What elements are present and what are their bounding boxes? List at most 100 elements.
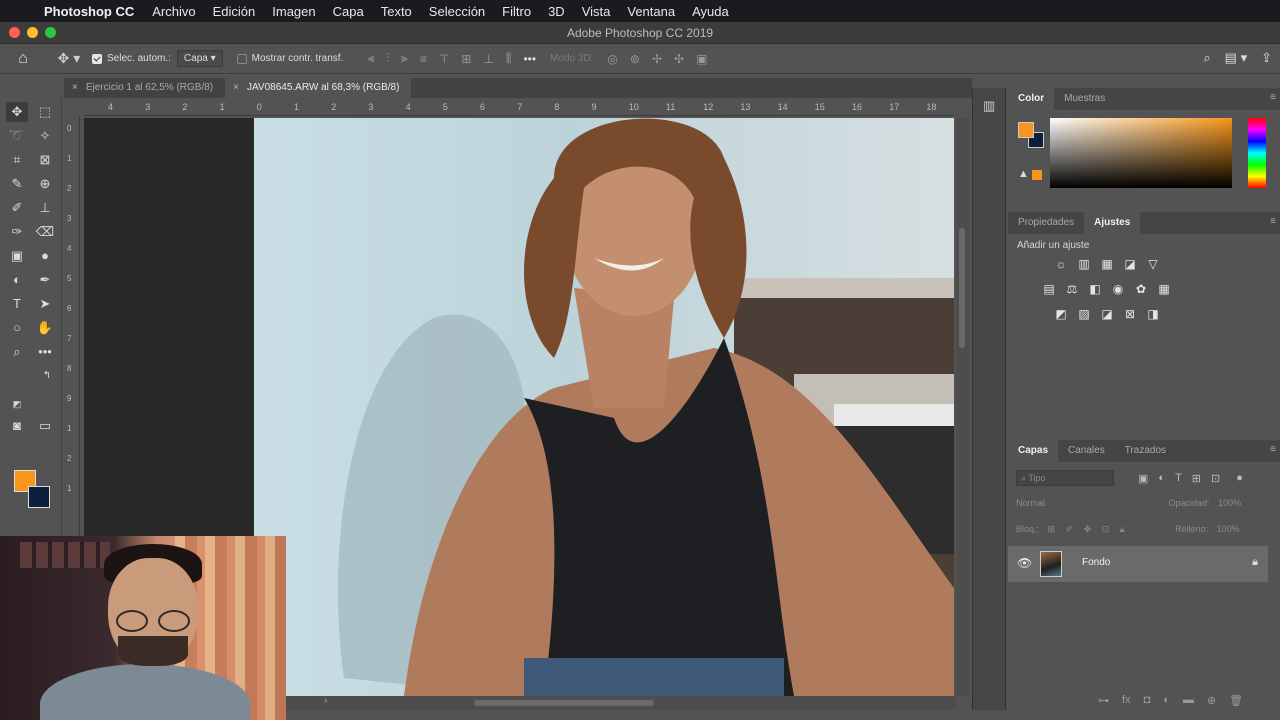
black-white-icon[interactable]: ◧	[1088, 282, 1102, 296]
filter-smart-object-icon[interactable]: ⊡	[1211, 472, 1220, 485]
close-tab-icon[interactable]: ×	[72, 82, 78, 93]
tab-capas[interactable]: Capas	[1008, 440, 1059, 462]
gradient-map-icon[interactable]: ⊠	[1123, 307, 1137, 321]
align-middle-icon[interactable]: ⊞	[461, 52, 471, 66]
pan-3d-icon[interactable]: ✢	[652, 52, 662, 66]
lock-transparent-icon[interactable]: ⊞	[1048, 524, 1056, 534]
scroll-right-arrow-icon[interactable]: ›	[324, 695, 327, 706]
orbit-3d-icon[interactable]: ◎	[607, 52, 617, 66]
search-icon[interactable]: ⌕	[1203, 50, 1210, 66]
align-right-icon[interactable]: ⫸	[401, 51, 408, 66]
add-mask-icon[interactable]: ◘	[1144, 694, 1151, 707]
ellipse-tool-icon[interactable]: ○	[6, 318, 28, 338]
quick-mask-icon[interactable]: ◙	[6, 416, 28, 436]
menu-edicion[interactable]: Edición	[213, 4, 256, 19]
filter-shape-icon[interactable]: ⊞	[1192, 472, 1201, 485]
opacity-value[interactable]: 100%	[1218, 498, 1241, 508]
history-panel-icon[interactable]: ▥	[983, 98, 995, 114]
magic-wand-tool-icon[interactable]: ✧	[34, 126, 56, 146]
align-bottom-icon[interactable]: ⊥	[483, 52, 493, 66]
filter-type-icon[interactable]: T	[1175, 472, 1182, 485]
filter-adjustment-icon[interactable]: ◐	[1158, 472, 1165, 485]
layer-row-fondo[interactable]: 👁︎ Fondo 🔒︎	[1008, 546, 1268, 582]
history-brush-tool-icon[interactable]: ✑	[6, 222, 28, 242]
brush-tool-icon[interactable]: ✐	[6, 198, 28, 218]
new-group-icon[interactable]: ▬	[1183, 694, 1194, 707]
tab-ajustes[interactable]: Ajustes	[1084, 212, 1141, 234]
layer-visibility-eye-icon[interactable]: 👁︎	[1017, 556, 1032, 570]
layer-style-icon[interactable]: fx	[1122, 694, 1131, 707]
menu-vista[interactable]: Vista	[582, 4, 611, 19]
hue-saturation-icon[interactable]: ▤	[1042, 282, 1056, 296]
move-tool-icon[interactable]: ✥	[6, 102, 28, 122]
tab-trazados[interactable]: Trazados	[1115, 440, 1176, 462]
background-color-swatch[interactable]	[28, 486, 50, 508]
zoom-tool-icon[interactable]: ⌕	[6, 342, 28, 362]
delete-layer-icon[interactable]: 🗑︎	[1229, 694, 1243, 707]
menu-filtro[interactable]: Filtro	[502, 4, 531, 19]
panel-menu-icon[interactable]: ≡	[1270, 216, 1276, 227]
type-tool-icon[interactable]: T	[6, 294, 28, 314]
lock-image-icon[interactable]: ✐	[1066, 524, 1074, 534]
auto-select-checkbox[interactable]	[92, 53, 102, 64]
invert-icon[interactable]: ◩	[1054, 307, 1068, 321]
align-top-icon[interactable]: ⊤	[439, 52, 449, 66]
slide-3d-icon[interactable]: ✣	[674, 52, 684, 66]
hue-slider[interactable]	[1248, 118, 1266, 188]
exposure-icon[interactable]: ◪	[1123, 257, 1137, 271]
menu-capa[interactable]: Capa	[333, 4, 364, 19]
stamp-tool-icon[interactable]: ⊥	[34, 198, 56, 218]
align-left-icon[interactable]: ⫷	[367, 51, 374, 66]
tab-color[interactable]: Color	[1008, 88, 1055, 110]
gamut-warning-icon[interactable]: ▲	[1018, 168, 1029, 180]
gradient-tool-icon[interactable]: ▣	[6, 246, 28, 266]
eyedropper-tool-icon[interactable]: ✎	[6, 174, 28, 194]
pen-tool-icon[interactable]: ✒	[34, 270, 56, 290]
workspace-icon[interactable]: ▤ ▾	[1225, 50, 1247, 66]
screen-mode-icon[interactable]: ▭	[34, 416, 56, 436]
blend-mode-dropdown[interactable]: Normal	[1016, 498, 1166, 508]
panel-menu-icon[interactable]: ≡	[1270, 92, 1276, 103]
app-menu[interactable]: Photoshop CC	[44, 4, 134, 19]
vertical-scroll-thumb[interactable]	[959, 228, 965, 348]
distribute-icon[interactable]: ≡	[420, 52, 427, 66]
selective-color-icon[interactable]: ◨	[1146, 307, 1160, 321]
panel-menu-icon[interactable]: ≡	[1270, 444, 1276, 455]
align-center-icon[interactable]: ⫶	[386, 51, 389, 66]
close-tab-icon[interactable]: ×	[233, 82, 239, 93]
frame-tool-icon[interactable]: ⊠	[34, 150, 56, 170]
swap-colors-icon[interactable]: ↰	[36, 366, 58, 386]
tab-jav08645[interactable]: × JAV08645.ARW al 68,3% (RGB/8)	[225, 78, 412, 98]
color-lookup-icon[interactable]: ▦	[1157, 282, 1171, 296]
lasso-tool-icon[interactable]: ➰	[6, 126, 28, 146]
more-options-icon[interactable]: •••	[523, 52, 536, 66]
menu-texto[interactable]: Texto	[381, 4, 412, 19]
roll-3d-icon[interactable]: ⊚	[630, 52, 640, 66]
new-layer-icon[interactable]: ⊕	[1207, 694, 1216, 707]
menu-ventana[interactable]: Ventana	[627, 4, 675, 19]
horizontal-scroll-thumb[interactable]	[474, 700, 654, 706]
menu-3d[interactable]: 3D	[548, 4, 565, 19]
filter-pixel-icon[interactable]: ▣	[1138, 472, 1148, 485]
lock-all-icon[interactable]: 🔒︎	[1120, 524, 1125, 534]
move-tool-preset-icon[interactable]: ✥ ▾	[46, 50, 92, 67]
distribute-vertical-icon[interactable]: ⫼	[506, 51, 512, 66]
crop-tool-icon[interactable]: ⌗	[6, 150, 28, 170]
lock-artboard-icon[interactable]: ⊡	[1102, 524, 1110, 534]
camera-3d-icon[interactable]: ▣	[696, 52, 707, 66]
menu-ayuda[interactable]: Ayuda	[692, 4, 729, 19]
healing-brush-tool-icon[interactable]: ⊕	[34, 174, 56, 194]
tab-propiedades[interactable]: Propiedades	[1008, 212, 1084, 234]
color-panel-foreground-swatch[interactable]	[1018, 122, 1034, 138]
color-balance-icon[interactable]: ⚖	[1065, 282, 1079, 296]
vibrance-icon[interactable]: ▽	[1146, 257, 1160, 271]
tab-ejercicio-1[interactable]: × Ejercicio 1 al 62,5% (RGB/8)	[64, 78, 225, 98]
filter-toggle-icon[interactable]: ●	[1236, 472, 1243, 485]
horizontal-scrollbar[interactable]: ›	[284, 695, 956, 710]
eraser-tool-icon[interactable]: ⌫	[34, 222, 56, 242]
curves-icon[interactable]: ▦	[1100, 257, 1114, 271]
layer-filter-search[interactable]: ⌕ Tipo	[1016, 470, 1114, 486]
default-colors-icon[interactable]: ◩	[6, 394, 28, 414]
photo-filter-icon[interactable]: ◉	[1111, 282, 1125, 296]
new-adjustment-layer-icon[interactable]: ◐	[1163, 694, 1170, 707]
